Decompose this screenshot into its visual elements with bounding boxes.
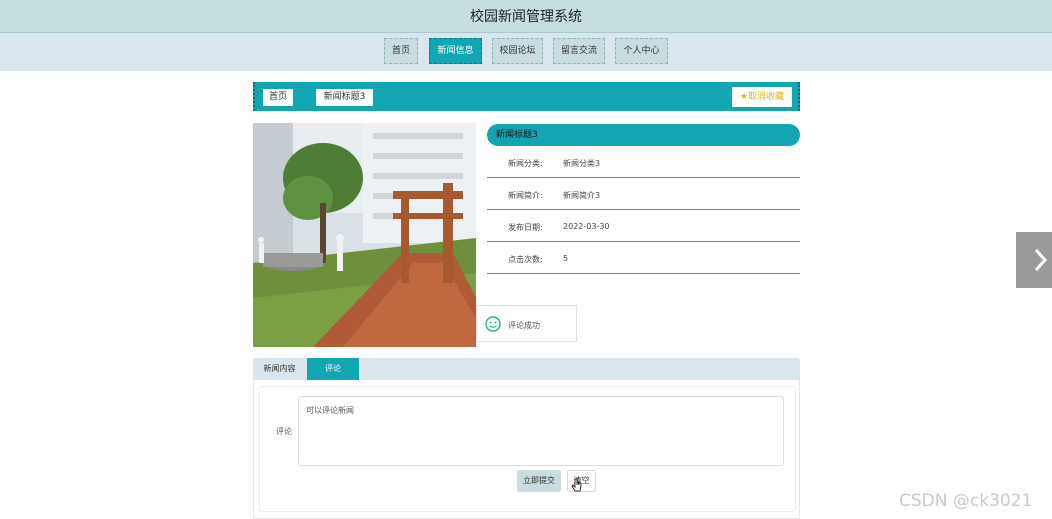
main-nav: 首页 新闻信息 校园论坛 留言交流 个人中心 (0, 33, 1052, 71)
success-toast: 评论成功 (476, 305, 577, 342)
watermark: CSDN @ck3021 (899, 491, 1033, 511)
site-title: 校园新闻管理系统 (470, 9, 582, 25)
nav-item-news[interactable]: 新闻信息 (429, 38, 482, 64)
nav-item-messages[interactable]: 留言交流 (553, 38, 605, 64)
mouse-cursor-icon (571, 477, 583, 496)
detail-row-date: 发布日期: 2022-03-30 (487, 210, 800, 242)
news-title: 新闻标题3 (487, 124, 800, 146)
star-icon: ★ (739, 92, 749, 102)
unfavorite-button[interactable]: ★取消收藏 (732, 87, 792, 107)
field-label: 点击次数: (508, 255, 543, 264)
comment-label: 评论 (276, 427, 292, 436)
nav-item-forum[interactable]: 校园论坛 (492, 38, 543, 64)
breadcrumb: 首页 新闻标题3 ★取消收藏 (253, 82, 800, 111)
breadcrumb-current: 新闻标题3 (316, 89, 373, 106)
unfavorite-label: 取消收藏 (748, 92, 785, 102)
smile-icon (485, 316, 501, 332)
tab-comment[interactable]: 评论 (307, 358, 359, 380)
field-label: 发布日期: (508, 223, 543, 232)
breadcrumb-home[interactable]: 首页 (263, 89, 293, 106)
field-value: 2022-03-30 (563, 222, 610, 231)
field-value: 新闻分类3 (563, 159, 601, 168)
submit-button[interactable]: 立即提交 (517, 470, 561, 492)
detail-row-summary: 新闻简介: 新闻简介3 (487, 178, 800, 210)
field-value: 5 (563, 254, 569, 263)
field-label: 新闻简介: (508, 191, 543, 200)
detail-row-clicks: 点击次数: 5 (487, 242, 800, 274)
toast-message: 评论成功 (508, 321, 540, 330)
nav-item-profile[interactable]: 个人中心 (615, 38, 668, 64)
field-label: 新闻分类: (508, 159, 543, 168)
tab-news-content[interactable]: 新闻内容 (253, 358, 306, 380)
tab-bar: 新闻内容 评论 (253, 358, 800, 380)
news-image (253, 123, 476, 347)
site-header: 校园新闻管理系统 (0, 0, 1052, 33)
next-button[interactable] (1016, 232, 1052, 288)
chevron-right-icon (1034, 248, 1048, 272)
comment-textarea[interactable]: 可以评论新闻 (298, 396, 784, 466)
detail-row-category: 新闻分类: 新闻分类3 (487, 146, 800, 178)
nav-item-home[interactable]: 首页 (384, 38, 418, 64)
field-value: 新闻简介3 (563, 191, 601, 200)
